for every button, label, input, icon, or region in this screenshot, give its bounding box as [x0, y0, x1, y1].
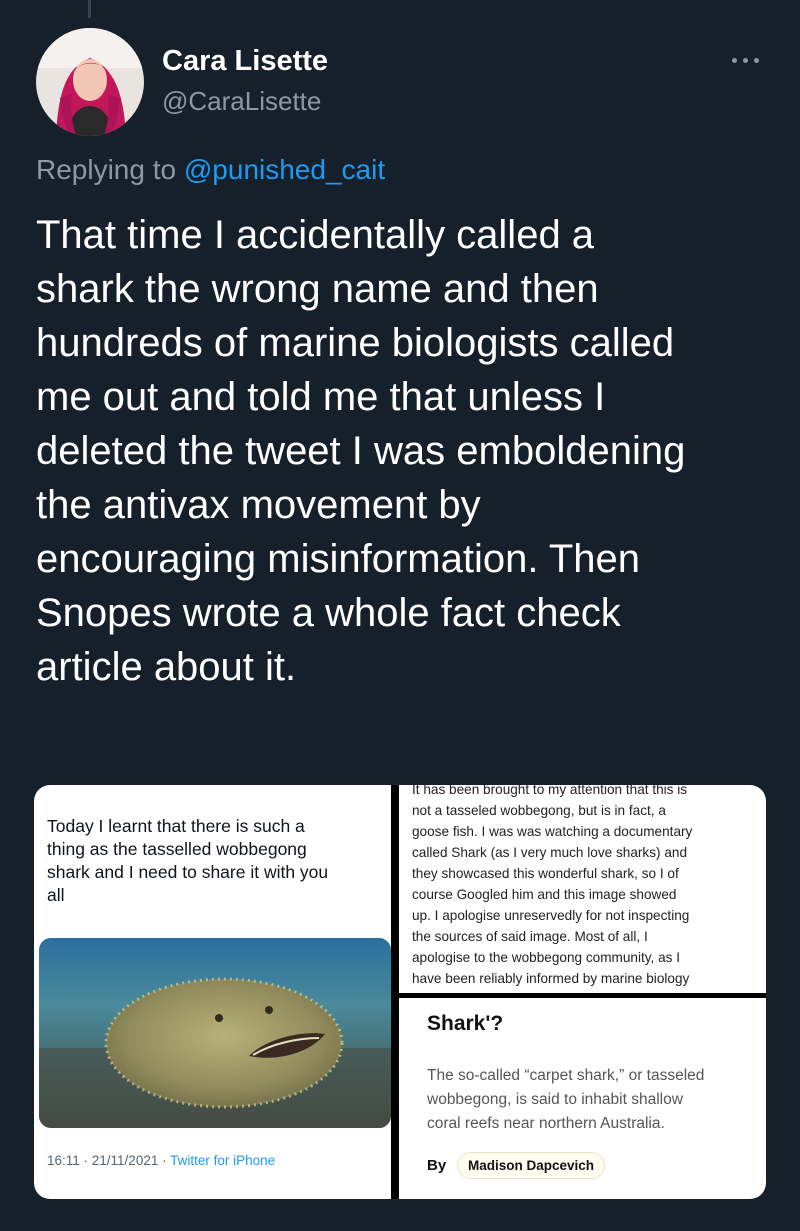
more-dot [732, 57, 737, 63]
apology-line: they showcased this wonderful shark, so … [412, 866, 679, 881]
original-tweet-line: all [47, 885, 65, 905]
reply-target-link[interactable]: @punished_cait [184, 154, 385, 185]
original-tweet-line: shark and I need to share it with you [47, 862, 329, 882]
article-summary: The so-called “carpet shark,” or tassele… [427, 1064, 747, 1136]
goosefish-image [39, 938, 391, 1128]
author-badge[interactable]: Madison Dapcevich [457, 1152, 606, 1179]
article-title: Shark'? [427, 1012, 504, 1035]
tweet-line: hundreds of marine biologists called [36, 321, 675, 365]
apology-line: not a tasseled wobbegong, but is in fact… [412, 803, 666, 818]
avatar[interactable] [36, 28, 144, 136]
apology-text: It has been brought to my attention that… [412, 785, 752, 989]
tweet-text: That time I accidentally called a shark … [36, 208, 776, 694]
reply-prefix: Replying to [36, 154, 177, 185]
more-dot [754, 57, 759, 63]
apology-line: called Shark (as I very much love sharks… [412, 845, 688, 860]
apology-line: have been reliably informed by marine bi… [412, 971, 690, 986]
tweet-line: me out and told me that unless I [36, 375, 606, 419]
media-screenshot-snopes[interactable]: Shark'? The so-called “carpet shark,” or… [399, 998, 766, 1199]
tweet-line: article about it. [36, 645, 297, 689]
apology-line: apologise to the wobbegong community, as… [412, 950, 681, 965]
original-tweet-line: Today I learnt that there is such a [47, 816, 305, 836]
more-dot [743, 57, 748, 63]
more-horizontal-icon[interactable] [732, 52, 768, 68]
tweet-timestamp: 16:11 · 21/11/2021 · [47, 1153, 171, 1168]
apology-line: up. I apologise unreservedly for not ins… [412, 908, 690, 923]
display-name[interactable]: Cara Lisette [162, 45, 328, 78]
original-tweet-text: Today I learnt that there is such a thin… [47, 815, 383, 907]
tweet-line: encouraging misinformation. Then [36, 537, 641, 581]
article-summary-line: The so-called “carpet shark,” or tassele… [427, 1067, 705, 1084]
tweet-line: That time I accidentally called a [36, 213, 595, 257]
article-summary-line: wobbegong, is said to inhabit shallow [427, 1091, 683, 1108]
fish-photo [39, 938, 391, 1128]
tweet-line: Snopes wrote a whole fact check [36, 591, 621, 635]
avatar-image [36, 28, 144, 136]
apology-line: course Googled him and this image showed [412, 887, 677, 902]
thread-connector-line [88, 0, 91, 18]
user-handle[interactable]: @CaraLisette [162, 86, 321, 117]
media-screenshot-original-tweet[interactable]: Today I learnt that there is such a thin… [34, 785, 391, 1199]
article-summary-line: coral reefs near northern Australia. [427, 1115, 665, 1132]
tweet-media-grid[interactable]: Today I learnt that there is such a thin… [34, 785, 766, 1199]
tweet-source[interactable]: Twitter for iPhone [170, 1153, 275, 1168]
apology-line: goose fish. I was was watching a documen… [412, 824, 693, 839]
apology-line: It has been brought to my attention that… [412, 785, 688, 797]
apology-line: the sources of said image. Most of all, … [412, 929, 648, 944]
tweet-line: the antivax movement by [36, 483, 481, 527]
reply-context: Replying to @punished_cait [36, 154, 385, 186]
byline-label: By [427, 1157, 447, 1174]
tweet-line: shark the wrong name and then [36, 267, 599, 311]
original-tweet-meta: 16:11 · 21/11/2021 · Twitter for iPhone [47, 1153, 275, 1168]
tweet-line: deleted the tweet I was emboldening [36, 429, 686, 473]
original-tweet-line: thing as the tasselled wobbegong [47, 839, 307, 859]
media-screenshot-apology[interactable]: It has been brought to my attention that… [399, 785, 766, 993]
